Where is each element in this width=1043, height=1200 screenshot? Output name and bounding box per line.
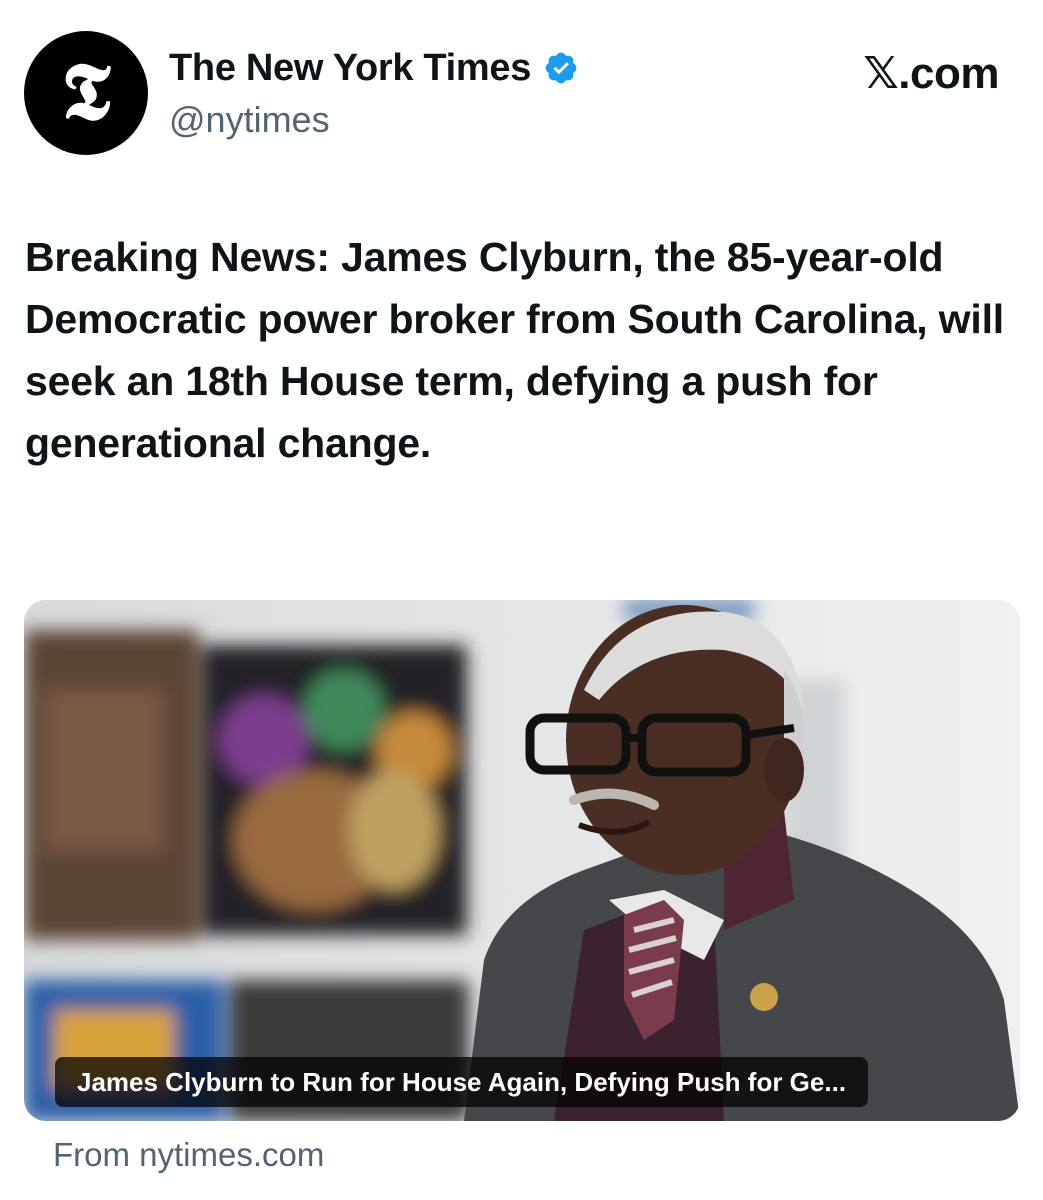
nyt-logo-icon: 𝕿 xyxy=(61,44,111,138)
site-label: 𝕏.com xyxy=(863,49,999,98)
link-card-caption: James Clyburn to Run for House Again, De… xyxy=(55,1057,869,1107)
display-name-row: The New York Times xyxy=(169,44,579,92)
display-name[interactable]: The New York Times xyxy=(169,47,531,90)
verified-badge-icon xyxy=(545,52,577,84)
link-source[interactable]: From nytimes.com xyxy=(53,1136,324,1174)
tweet-text: Breaking News: James Clyburn, the 85-yea… xyxy=(25,234,1004,466)
account-handle[interactable]: @nytimes xyxy=(169,99,330,141)
link-card[interactable]: James Clyburn to Run for House Again, De… xyxy=(24,600,1020,1121)
avatar[interactable]: 𝕿 xyxy=(24,31,148,155)
news-photo xyxy=(24,600,1020,1121)
